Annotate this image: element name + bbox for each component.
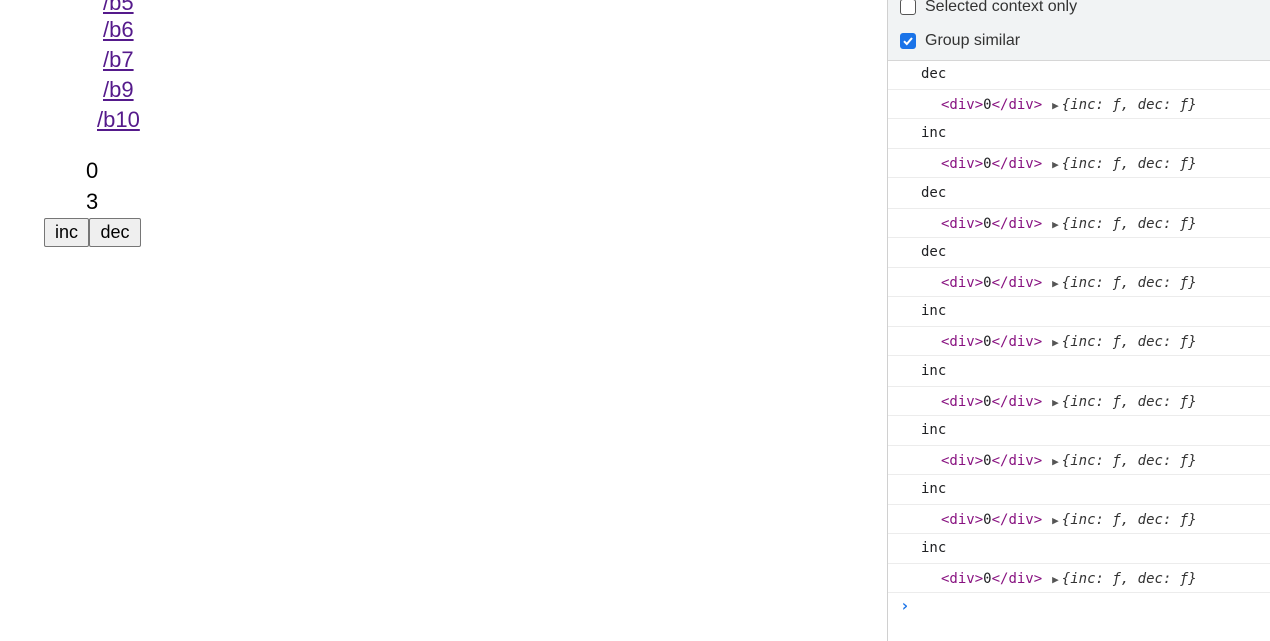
element-open-tag[interactable]: <div> <box>941 453 983 469</box>
expand-triangle-icon[interactable]: ▶ <box>1052 99 1059 112</box>
object-preview[interactable]: {inc: ƒ, dec: ƒ} <box>1062 571 1197 587</box>
expand-triangle-icon[interactable]: ▶ <box>1052 336 1059 349</box>
console-log-message: <div>0</div> ▶ {inc: ƒ, dec: ƒ} <box>888 208 1270 238</box>
expand-triangle-icon[interactable]: ▶ <box>1052 514 1059 527</box>
console-group-label[interactable]: dec <box>921 179 946 207</box>
element-close-tag[interactable]: </div> <box>992 216 1043 232</box>
log-content: <div>0</div> ▶ {inc: ƒ, dec: ƒ} <box>941 505 1197 536</box>
element-close-tag[interactable]: </div> <box>992 512 1043 528</box>
element-open-tag[interactable]: <div> <box>941 216 983 232</box>
console-group-label[interactable]: inc <box>921 119 946 147</box>
group-similar-label: Group similar <box>925 32 1021 49</box>
element-text: 0 <box>983 97 992 113</box>
element-open-tag[interactable]: <div> <box>941 97 983 113</box>
element-text: 0 <box>983 216 992 232</box>
link-b6[interactable]: /b6 <box>103 17 134 43</box>
element-text: 0 <box>983 571 992 587</box>
element-open-tag[interactable]: <div> <box>941 156 983 172</box>
element-close-tag[interactable]: </div> <box>992 156 1043 172</box>
element-open-tag[interactable]: <div> <box>941 512 983 528</box>
console-settings: Selected context only Group similar <box>888 0 1270 61</box>
element-close-tag[interactable]: </div> <box>992 453 1043 469</box>
log-content: <div>0</div> ▶ {inc: ƒ, dec: ƒ} <box>941 90 1197 121</box>
log-content: <div>0</div> ▶ {inc: ƒ, dec: ƒ} <box>941 387 1197 418</box>
log-content: <div>0</div> ▶ {inc: ƒ, dec: ƒ} <box>941 327 1197 358</box>
devtools-console: Selected context only Group similar dec <… <box>887 0 1270 641</box>
console-log-message: <div>0</div> ▶ {inc: ƒ, dec: ƒ} <box>888 563 1270 593</box>
log-content: <div>0</div> ▶ {inc: ƒ, dec: ƒ} <box>941 268 1197 299</box>
console-group-label[interactable]: dec <box>921 60 946 88</box>
console-prompt-icon[interactable]: › <box>900 596 910 615</box>
log-content: <div>0</div> ▶ {inc: ƒ, dec: ƒ} <box>941 149 1197 180</box>
object-preview[interactable]: {inc: ƒ, dec: ƒ} <box>1062 156 1197 172</box>
expand-triangle-icon[interactable]: ▶ <box>1052 573 1059 586</box>
group-similar-checkbox[interactable] <box>900 33 916 49</box>
expand-triangle-icon[interactable]: ▶ <box>1052 277 1059 290</box>
console-log-message: <div>0</div> ▶ {inc: ƒ, dec: ƒ} <box>888 326 1270 356</box>
element-open-tag[interactable]: <div> <box>941 394 983 410</box>
selected-context-only-checkbox[interactable] <box>900 0 916 15</box>
console-group-label[interactable]: inc <box>921 534 946 562</box>
element-close-tag[interactable]: </div> <box>992 394 1043 410</box>
checkmark-icon <box>903 37 913 46</box>
selected-context-only-option[interactable]: Selected context only <box>900 0 1077 17</box>
link-b9[interactable]: /b9 <box>103 77 134 103</box>
console-group-label[interactable]: inc <box>921 475 946 503</box>
element-close-tag[interactable]: </div> <box>992 97 1043 113</box>
object-preview[interactable]: {inc: ƒ, dec: ƒ} <box>1062 512 1197 528</box>
console-group-label[interactable]: inc <box>921 416 946 444</box>
object-preview[interactable]: {inc: ƒ, dec: ƒ} <box>1062 334 1197 350</box>
console-log-message: <div>0</div> ▶ {inc: ƒ, dec: ƒ} <box>888 267 1270 297</box>
element-open-tag[interactable]: <div> <box>941 334 983 350</box>
console-group-label[interactable]: dec <box>921 238 946 266</box>
element-text: 0 <box>983 453 992 469</box>
link-b5[interactable]: /b5 <box>103 0 134 16</box>
log-content: <div>0</div> ▶ {inc: ƒ, dec: ƒ} <box>941 446 1197 477</box>
element-open-tag[interactable]: <div> <box>941 275 983 291</box>
expand-triangle-icon[interactable]: ▶ <box>1052 455 1059 468</box>
count-value: 3 <box>86 189 99 214</box>
console-group-label[interactable]: inc <box>921 357 946 385</box>
object-preview[interactable]: {inc: ƒ, dec: ƒ} <box>1062 394 1197 410</box>
log-content: <div>0</div> ▶ {inc: ƒ, dec: ƒ} <box>941 564 1197 595</box>
object-preview[interactable]: {inc: ƒ, dec: ƒ} <box>1062 453 1197 469</box>
expand-triangle-icon[interactable]: ▶ <box>1052 396 1059 409</box>
element-close-tag[interactable]: </div> <box>992 571 1043 587</box>
log-content: <div>0</div> ▶ {inc: ƒ, dec: ƒ} <box>941 209 1197 240</box>
object-preview[interactable]: {inc: ƒ, dec: ƒ} <box>1062 97 1197 113</box>
element-text: 0 <box>983 156 992 172</box>
element-close-tag[interactable]: </div> <box>992 334 1043 350</box>
console-log-message: <div>0</div> ▶ {inc: ƒ, dec: ƒ} <box>888 148 1270 178</box>
inc-button[interactable]: inc <box>44 218 89 247</box>
selected-context-only-label: Selected context only <box>925 0 1078 15</box>
console-log-message: <div>0</div> ▶ {inc: ƒ, dec: ƒ} <box>888 504 1270 534</box>
console-log-message: <div>0</div> ▶ {inc: ƒ, dec: ƒ} <box>888 386 1270 416</box>
element-text: 0 <box>983 394 992 410</box>
group-similar-option[interactable]: Group similar <box>900 31 1020 51</box>
console-group-label[interactable]: inc <box>921 297 946 325</box>
expand-triangle-icon[interactable]: ▶ <box>1052 158 1059 171</box>
console-log-message: <div>0</div> ▶ {inc: ƒ, dec: ƒ} <box>888 89 1270 119</box>
page-content: /b5 /b6 /b7 /b9 /b10 0 3 inc dec <box>0 0 887 641</box>
count-value: 0 <box>86 158 99 183</box>
console-log-message: <div>0</div> ▶ {inc: ƒ, dec: ƒ} <box>888 445 1270 475</box>
expand-triangle-icon[interactable]: ▶ <box>1052 218 1059 231</box>
link-b10[interactable]: /b10 <box>97 107 140 133</box>
element-close-tag[interactable]: </div> <box>992 275 1043 291</box>
element-text: 0 <box>983 275 992 291</box>
object-preview[interactable]: {inc: ƒ, dec: ƒ} <box>1062 275 1197 291</box>
dec-button[interactable]: dec <box>89 218 141 247</box>
element-text: 0 <box>983 334 992 350</box>
element-open-tag[interactable]: <div> <box>941 571 983 587</box>
element-text: 0 <box>983 512 992 528</box>
object-preview[interactable]: {inc: ƒ, dec: ƒ} <box>1062 216 1197 232</box>
link-b7[interactable]: /b7 <box>103 47 134 73</box>
